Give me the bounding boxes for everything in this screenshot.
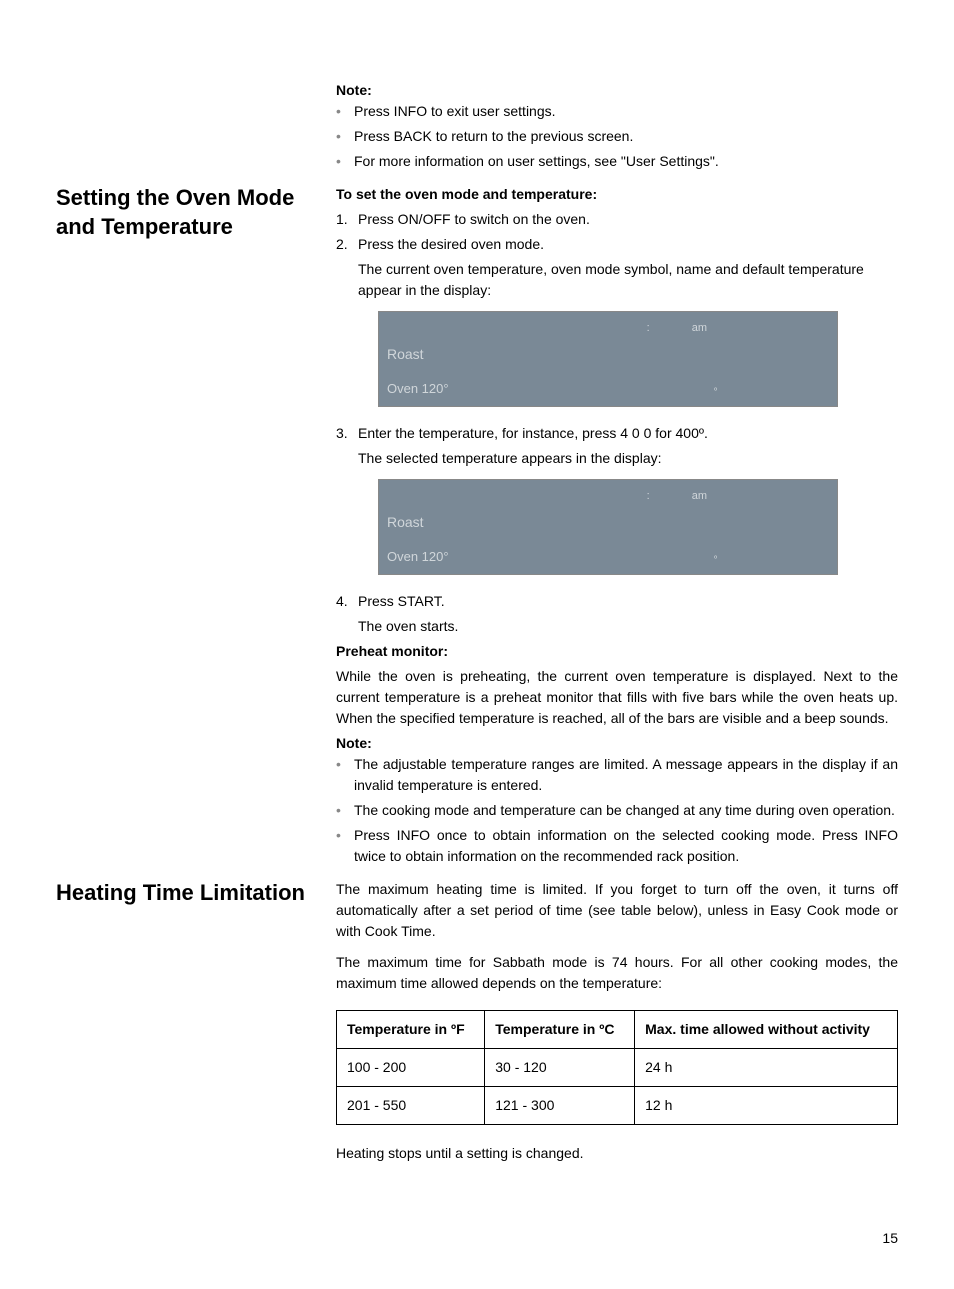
display-colon-icon: : [647,488,652,505]
table-header: Temperature in ºC [485,1011,635,1049]
note-list: •Press INFO to exit user settings. •Pres… [336,101,898,172]
step-subtext: The oven starts. [358,616,898,637]
display-mode: Roast [387,512,424,533]
table-cell: 121 - 300 [485,1087,635,1125]
set-mode-intro: To set the oven mode and temperature: [336,184,898,205]
note-list-2: •The adjustable temperature ranges are l… [336,754,898,867]
heating-p2: The maximum time for Sabbath mode is 74 … [336,952,898,994]
temperature-table: Temperature in ºF Temperature in ºC Max.… [336,1010,898,1125]
display-oven-temp: Oven 120° [387,379,449,399]
display-colon-icon: : [647,320,652,337]
step-text: Enter the temperature, for instance, pre… [358,425,708,441]
table-cell: 201 - 550 [337,1087,485,1125]
display-ampm: am [692,488,707,505]
step-subtext: The selected temperature appears in the … [358,448,898,469]
step-text: Press ON/OFF to switch on the oven. [358,211,590,227]
table-row: 201 - 550 121 - 300 12 h [337,1087,898,1125]
display-oven-temp: Oven 120° [387,547,449,567]
table-header: Max. time allowed without activity [635,1011,898,1049]
section-title-oven-mode: Setting the Oven Mode and Temperature [56,184,316,241]
heating-p3: Heating stops until a setting is changed… [336,1143,898,1164]
note-item: The adjustable temperature ranges are li… [354,754,898,796]
section-title-heating-limit: Heating Time Limitation [56,879,316,908]
display-deg-icon: º [714,385,717,397]
table-header: Temperature in ºF [337,1011,485,1049]
note-item: Press INFO to exit user settings. [354,101,898,122]
table-cell: 12 h [635,1087,898,1125]
oven-display-1: : am Roast Oven 120° º [378,311,838,407]
step-text: Press the desired oven mode. [358,236,544,252]
display-deg-icon: º [714,553,717,565]
table-header-row: Temperature in ºF Temperature in ºC Max.… [337,1011,898,1049]
note-item: For more information on user settings, s… [354,151,898,172]
note-heading-2: Note: [336,733,898,754]
display-ampm: am [692,320,707,337]
note-item: The cooking mode and temperature can be … [354,800,898,821]
note-item: Press INFO once to obtain information on… [354,825,898,867]
step-subtext: The current oven temperature, oven mode … [358,259,898,301]
display-mode: Roast [387,344,424,365]
note-item: Press BACK to return to the previous scr… [354,126,898,147]
table-cell: 100 - 200 [337,1049,485,1087]
table-row: 100 - 200 30 - 120 24 h [337,1049,898,1087]
table-cell: 30 - 120 [485,1049,635,1087]
note-heading: Note: [336,80,898,101]
set-mode-steps: 1. Press ON/OFF to switch on the oven. 2… [336,209,898,637]
table-cell: 24 h [635,1049,898,1087]
oven-display-2: : am Roast Oven 120° º [378,479,838,575]
page-number: 15 [56,1228,898,1249]
heating-p1: The maximum heating time is limited. If … [336,879,898,942]
step-text: Press START. [358,593,445,609]
preheat-text: While the oven is preheating, the curren… [336,666,898,729]
preheat-heading: Preheat monitor: [336,641,898,662]
